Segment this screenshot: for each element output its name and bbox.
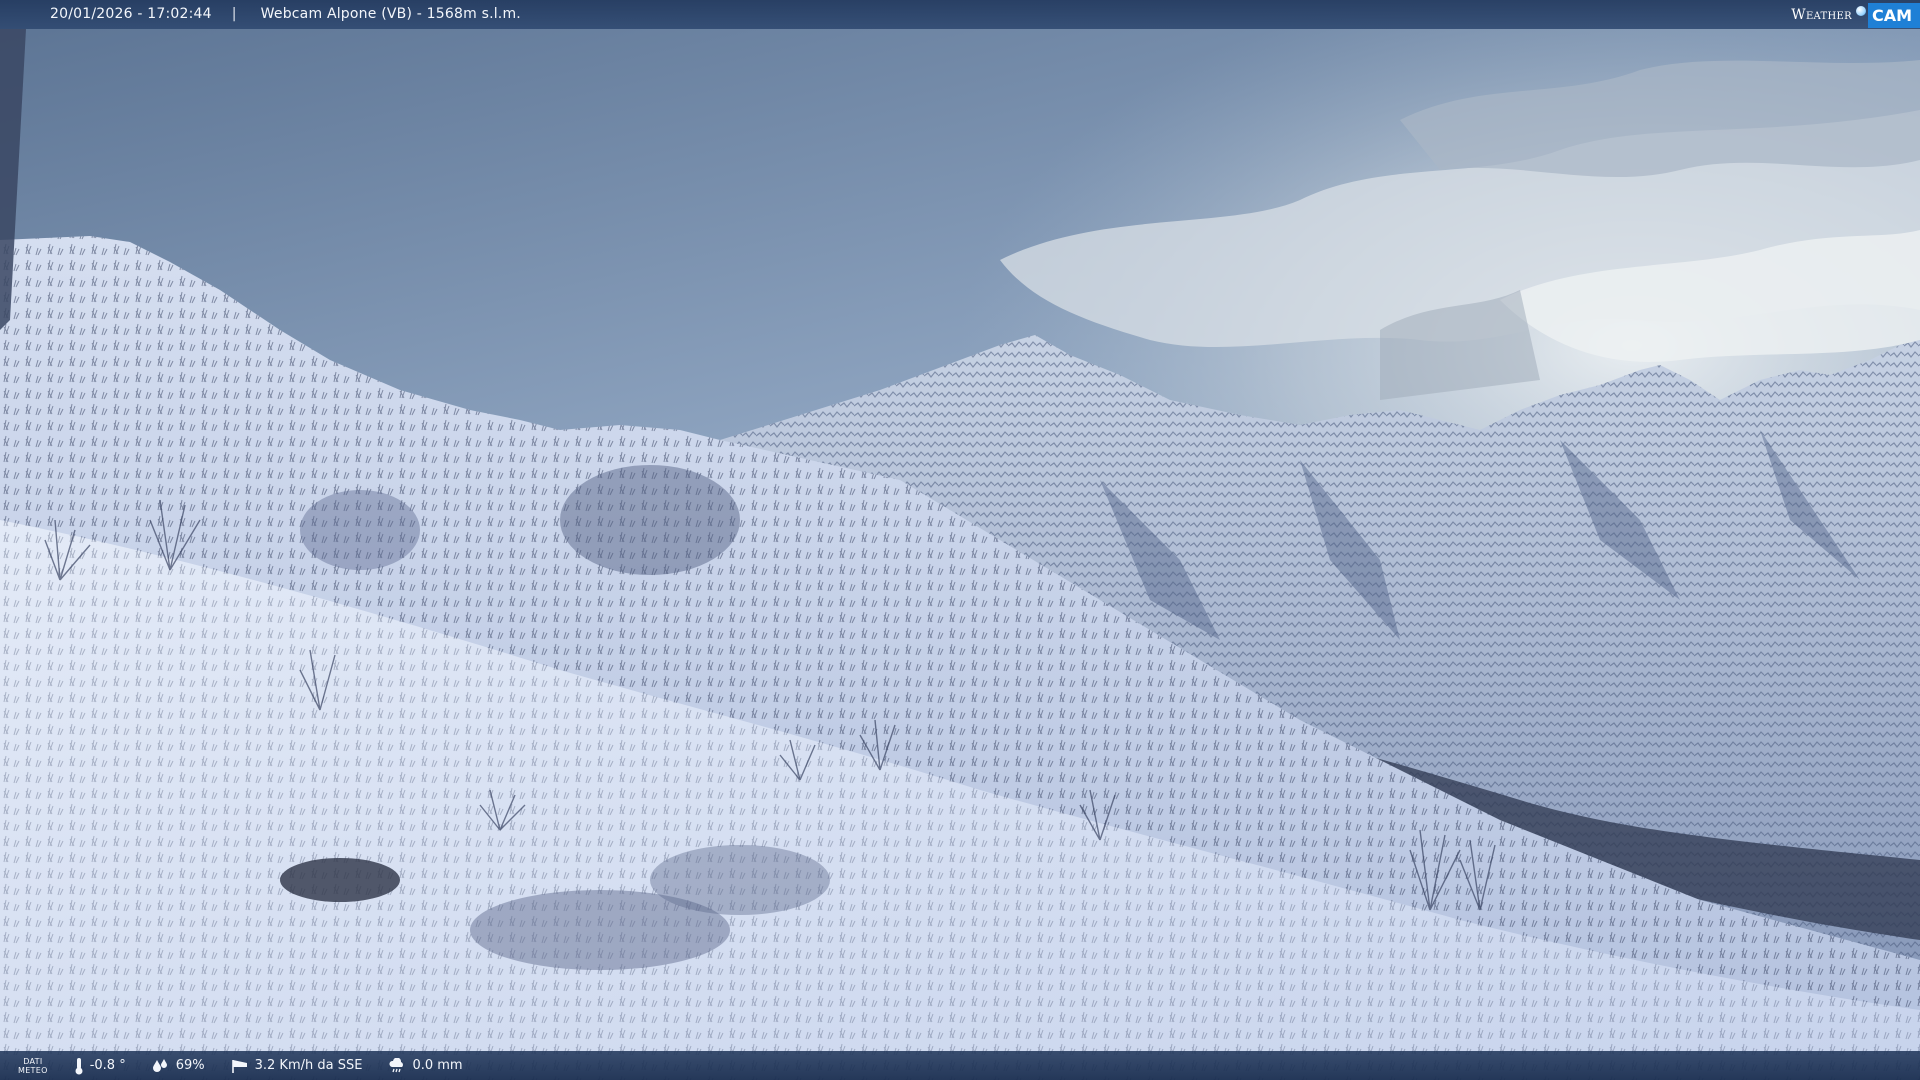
webcam-frame: 20/01/2026 - 17:02:44 | Webcam Alpone (V… bbox=[0, 0, 1920, 1080]
webcam-title: Webcam Alpone (VB) - 1568m s.l.m. bbox=[260, 6, 521, 22]
header-separator: | bbox=[231, 6, 237, 22]
dati-line2: METEO bbox=[18, 1065, 48, 1075]
wind-reading: 3.2 Km/h da SSE bbox=[231, 1058, 363, 1074]
timestamp: 20/01/2026 - 17:02:44 bbox=[50, 6, 212, 22]
meteo-bar: DATI METEO -0.8 ° 69% 3.2 Km/h da SSE 0.… bbox=[0, 1051, 1920, 1080]
thermometer-icon bbox=[75, 1057, 83, 1074]
humidity-reading: 69% bbox=[152, 1058, 205, 1074]
logo-dot-icon bbox=[1855, 5, 1866, 16]
rain-value: 0.0 mm bbox=[412, 1058, 463, 1073]
windsock-icon bbox=[231, 1059, 247, 1073]
webcam-image bbox=[0, 0, 1920, 1080]
header-bar: 20/01/2026 - 17:02:44 | Webcam Alpone (V… bbox=[0, 0, 1920, 29]
dati-meteo-label: DATI METEO bbox=[18, 1057, 48, 1075]
humidity-value: 69% bbox=[175, 1058, 205, 1073]
wind-value: 3.2 Km/h da SSE bbox=[254, 1058, 363, 1073]
logo-cam-text: CAM bbox=[1867, 3, 1920, 28]
rain-cloud-icon bbox=[389, 1057, 404, 1072]
rain-reading: 0.0 mm bbox=[388, 1057, 463, 1074]
temperature-value: -0.8 ° bbox=[89, 1058, 126, 1073]
weathercam-logo: Weather CAM bbox=[1791, 0, 1920, 29]
droplets-icon bbox=[152, 1058, 167, 1072]
logo-weather-text: Weather bbox=[1791, 6, 1852, 23]
dati-line1: DATI bbox=[23, 1056, 43, 1066]
temperature-reading: -0.8 ° bbox=[74, 1057, 126, 1075]
